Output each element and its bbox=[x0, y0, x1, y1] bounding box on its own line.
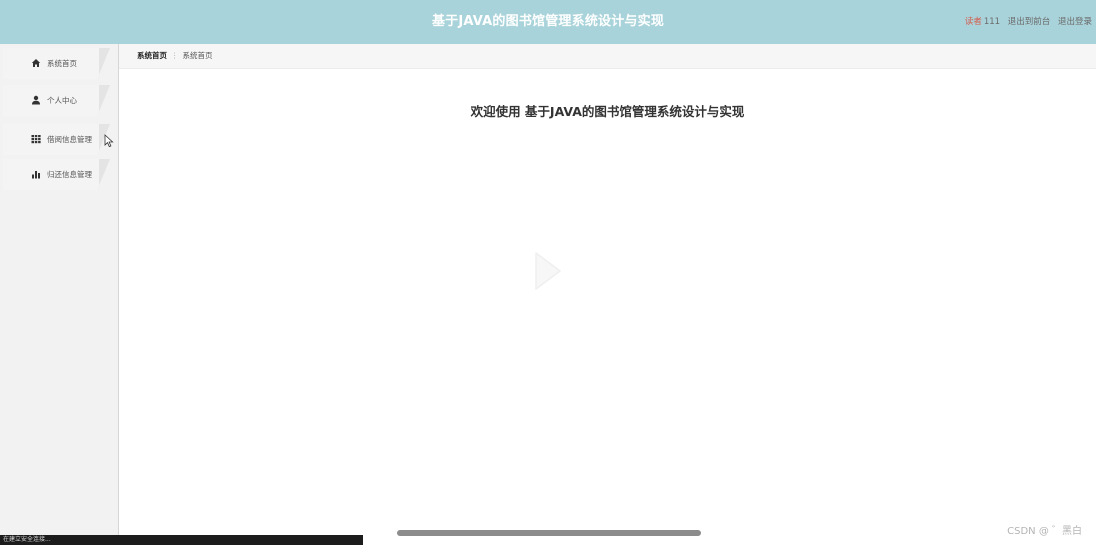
logout-link[interactable]: 退出登录 bbox=[1058, 17, 1092, 27]
sidebar: 系统首页 个人中心 借阅信息管理 归还信息管理 bbox=[0, 44, 119, 545]
browser-status-bar: 在建立安全连接... bbox=[0, 535, 363, 545]
sidebar-item-label: 系统首页 bbox=[47, 59, 77, 68]
sidebar-item-home[interactable]: 系统首页 bbox=[3, 48, 110, 79]
status-text: 在建立安全连接... bbox=[3, 536, 51, 543]
bar-chart-icon bbox=[32, 171, 40, 179]
horizontal-scrollbar-thumb[interactable] bbox=[397, 530, 701, 536]
breadcrumb-separator: ⋮ bbox=[171, 51, 179, 60]
sidebar-item-label: 借阅信息管理 bbox=[47, 135, 92, 144]
watermark: CSDN @ ゛黑白 bbox=[1007, 526, 1082, 537]
sidebar-item-borrow-management[interactable]: 借阅信息管理 bbox=[3, 124, 110, 155]
sidebar-item-return-management[interactable]: 归还信息管理 bbox=[3, 159, 110, 190]
breadcrumb: 系统首页 ⋮ 系统首页 bbox=[137, 44, 213, 68]
main-content: 系统首页 ⋮ 系统首页 欢迎使用 基于JAVA的图书馆管理系统设计与实现 bbox=[119, 44, 1096, 545]
sidebar-item-label: 个人中心 bbox=[47, 96, 77, 105]
top-header: 基于JAVA的图书馆管理系统设计与实现 读者 111 退出到前台 退出登录 bbox=[0, 0, 1096, 44]
sidebar-item-profile[interactable]: 个人中心 bbox=[3, 85, 110, 116]
mouse-cursor-icon bbox=[104, 134, 114, 148]
user-role-label: 读者 bbox=[964, 17, 982, 27]
grid-icon bbox=[31, 135, 41, 144]
welcome-heading: 欢迎使用 基于JAVA的图书馆管理系统设计与实现 bbox=[470, 104, 745, 119]
breadcrumb-home-link[interactable]: 系统首页 bbox=[137, 51, 167, 60]
user-icon bbox=[32, 95, 40, 105]
play-icon bbox=[535, 252, 561, 290]
home-icon bbox=[31, 59, 41, 67]
sidebar-item-label: 归还信息管理 bbox=[47, 170, 92, 179]
breadcrumb-current: 系统首页 bbox=[182, 51, 213, 60]
app-title: 基于JAVA的图书馆管理系统设计与实现 bbox=[431, 14, 665, 29]
user-name-label: 111 bbox=[983, 17, 1001, 27]
back-to-front-link[interactable]: 退出到前台 bbox=[1008, 17, 1051, 27]
breadcrumb-bar: 系统首页 ⋮ 系统首页 bbox=[119, 44, 1096, 69]
header-user-actions: 读者 111 退出到前台 退出登录 bbox=[960, 0, 1092, 44]
